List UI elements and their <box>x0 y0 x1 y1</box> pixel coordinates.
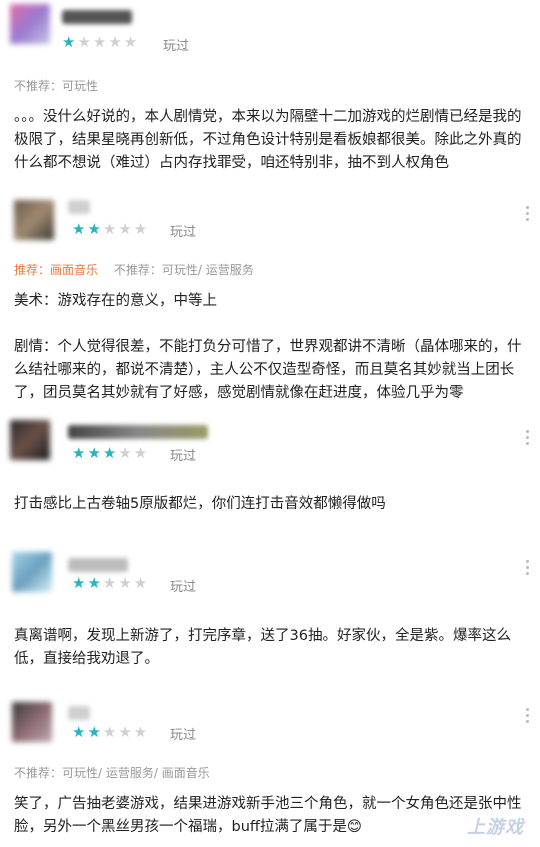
username[interactable] <box>68 200 90 214</box>
avatar[interactable] <box>10 4 50 44</box>
username[interactable] <box>62 10 132 24</box>
review-tags: 不推荐：可玩性 <box>14 77 98 94</box>
played-label: 玩过 <box>170 728 197 743</box>
star-rating: ★★★★★ <box>62 33 140 51</box>
username[interactable] <box>68 706 90 720</box>
more-options-icon[interactable] <box>526 560 530 575</box>
review-text: 笑了，广告抽老婆游戏，结果进游戏新手池三个角色，就一个女角色还是张中性脸，另外一… <box>14 796 522 835</box>
review-tags: 不推荐：可玩性/ 运营服务/ 画面音乐 <box>14 764 210 781</box>
star-rating: ★★★★★ <box>72 444 150 462</box>
star-rating: ★★★★★ <box>72 723 150 741</box>
review-text: 打击感比上古卷轴5原版都烂，你们连打击音效都懒得做吗 <box>14 496 386 512</box>
more-options-icon[interactable] <box>526 430 530 445</box>
recommend-tag: 推荐：画面音乐 <box>14 263 99 277</box>
played-label: 玩过 <box>170 449 197 464</box>
review-text: 真离谱啊，发现上新游了，打完序章，送了36抽。好家伙，全是紫。爆率这么低，直接给… <box>14 628 511 667</box>
not-recommend-tag: 不推荐：可玩性 <box>14 79 99 93</box>
review-text: 美术：游戏存在的意义，中等上 剧情：个人觉得很差，不能打负分可惜了，世界观都讲不… <box>14 293 522 401</box>
not-recommend-tag: 不推荐：可玩性/ 运营服务/ 画面音乐 <box>14 766 210 780</box>
played-label: 玩过 <box>170 580 197 595</box>
played-label: 玩过 <box>163 39 190 54</box>
avatar[interactable] <box>10 420 50 460</box>
review-tags: 推荐：画面音乐 不推荐：可玩性/ 运营服务 <box>14 261 254 278</box>
played-label: 玩过 <box>170 225 197 240</box>
star-rating: ★★★★★ <box>72 574 150 592</box>
review-text: 。。。没什么好说的，本人剧情党，本来以为隔壁十二加游戏的烂剧情已经是我的极限了，… <box>14 109 522 171</box>
not-recommend-tag: 不推荐：可玩性/ 运营服务 <box>113 263 254 277</box>
watermark-logo: 上游戏 <box>467 817 524 838</box>
avatar[interactable] <box>12 552 52 592</box>
username[interactable] <box>68 425 208 439</box>
more-options-icon[interactable] <box>526 206 530 221</box>
more-options-icon[interactable] <box>526 708 530 723</box>
star-rating: ★★★★★ <box>72 220 150 238</box>
avatar[interactable] <box>14 200 54 240</box>
avatar[interactable] <box>12 702 52 742</box>
username[interactable] <box>68 558 128 572</box>
